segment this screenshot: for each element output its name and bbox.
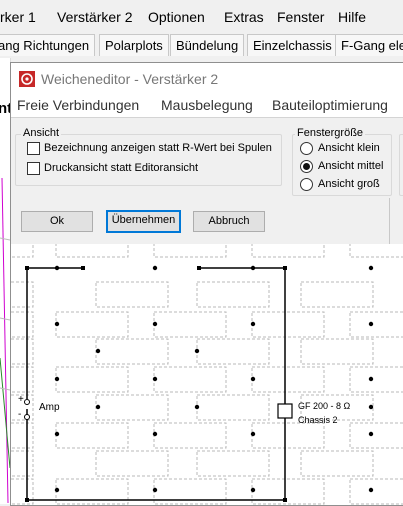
abbruch-button[interactable]: Abbruch <box>193 211 265 232</box>
bg-menu-verstaerker-1[interactable]: rker 1 <box>0 9 36 25</box>
title-bar[interactable]: Weicheneditor - Verstärker 2 <box>11 63 403 95</box>
panel-divider <box>389 198 390 244</box>
bg-menu-optionen[interactable]: Optionen <box>148 9 205 25</box>
uebernehmen-button[interactable]: Übernehmen <box>106 210 181 233</box>
radio-ansicht-klein[interactable] <box>300 142 313 155</box>
checkbox-bezeichnung[interactable] <box>27 142 40 155</box>
menu-freie-verbindungen[interactable]: Freie Verbindungen <box>17 97 139 113</box>
bg-menu-fenster[interactable]: Fenster <box>277 9 324 25</box>
menu-bauteiloptimierung[interactable]: Bauteiloptimierung <box>272 97 388 113</box>
bg-tab-richtungen[interactable]: ang Richtungen <box>0 34 96 56</box>
checkbox-bezeichnung-label[interactable]: Bezeichnung anzeigen statt R-Wert bei Sp… <box>44 142 272 154</box>
bg-menu-verstaerker-2[interactable]: Verstärker 2 <box>57 9 132 25</box>
options-panel: Ansicht Bezeichnung anzeigen statt R-Wer… <box>11 117 403 245</box>
dialog-menubar: Freie Verbindungen Mausbelegung Bauteilo… <box>11 95 403 117</box>
weicheneditor-window: Weicheneditor - Verstärker 2 Freie Verbi… <box>10 62 403 506</box>
radio-ansicht-klein-label[interactable]: Ansicht klein <box>318 142 380 154</box>
bg-plot-lines <box>0 177 10 504</box>
amp-plus-sign: + <box>18 394 24 405</box>
checkbox-druckansicht-label[interactable]: Druckansicht statt Editoransicht <box>44 162 198 174</box>
window-title: Weicheneditor - Verstärker 2 <box>41 71 219 87</box>
partial-group <box>399 134 403 196</box>
bg-tab-einzelchassis[interactable]: Einzelchassis <box>247 34 338 56</box>
bg-tab-polarplots[interactable]: Polarplots <box>99 34 169 56</box>
bg-menu-hilfe[interactable]: Hilfe <box>338 9 366 25</box>
radio-ansicht-mittel-label[interactable]: Ansicht mittel <box>318 160 383 172</box>
bg-tab-fgang[interactable]: F-Gang ele <box>335 34 403 56</box>
menu-mausbelegung[interactable]: Mausbelegung <box>161 97 253 113</box>
radio-ansicht-gross-label[interactable]: Ansicht groß <box>318 178 380 190</box>
radio-ansicht-mittel[interactable] <box>300 160 313 173</box>
bg-menu-extras[interactable]: Extras <box>224 9 264 25</box>
amp-label[interactable]: Amp <box>39 402 60 413</box>
amp-minus-sign: - <box>18 409 22 420</box>
schematic-canvas[interactable]: + - Amp GF 200 - 8 Ω Chassis 2 <box>11 244 403 505</box>
fenstergroesse-group-label: Fenstergröße <box>295 127 366 139</box>
ansicht-group-label: Ansicht <box>21 127 62 139</box>
chassis-label[interactable]: Chassis 2 <box>298 415 338 425</box>
bg-tab-buendelung[interactable]: Bündelung <box>170 34 245 56</box>
background-tabstrip: ang Richtungen Polarplots Bündelung Einz… <box>0 34 403 58</box>
app-logo-icon <box>19 71 35 87</box>
background-menubar: rker 1 Verstärker 2 Optionen Extras Fens… <box>0 0 403 34</box>
schematic-grid <box>11 244 403 505</box>
radio-ansicht-gross[interactable] <box>300 178 313 191</box>
checkbox-druckansicht[interactable] <box>27 162 40 175</box>
ok-button[interactable]: Ok <box>21 211 93 232</box>
chassis-name[interactable]: GF 200 - 8 Ω <box>298 401 350 411</box>
